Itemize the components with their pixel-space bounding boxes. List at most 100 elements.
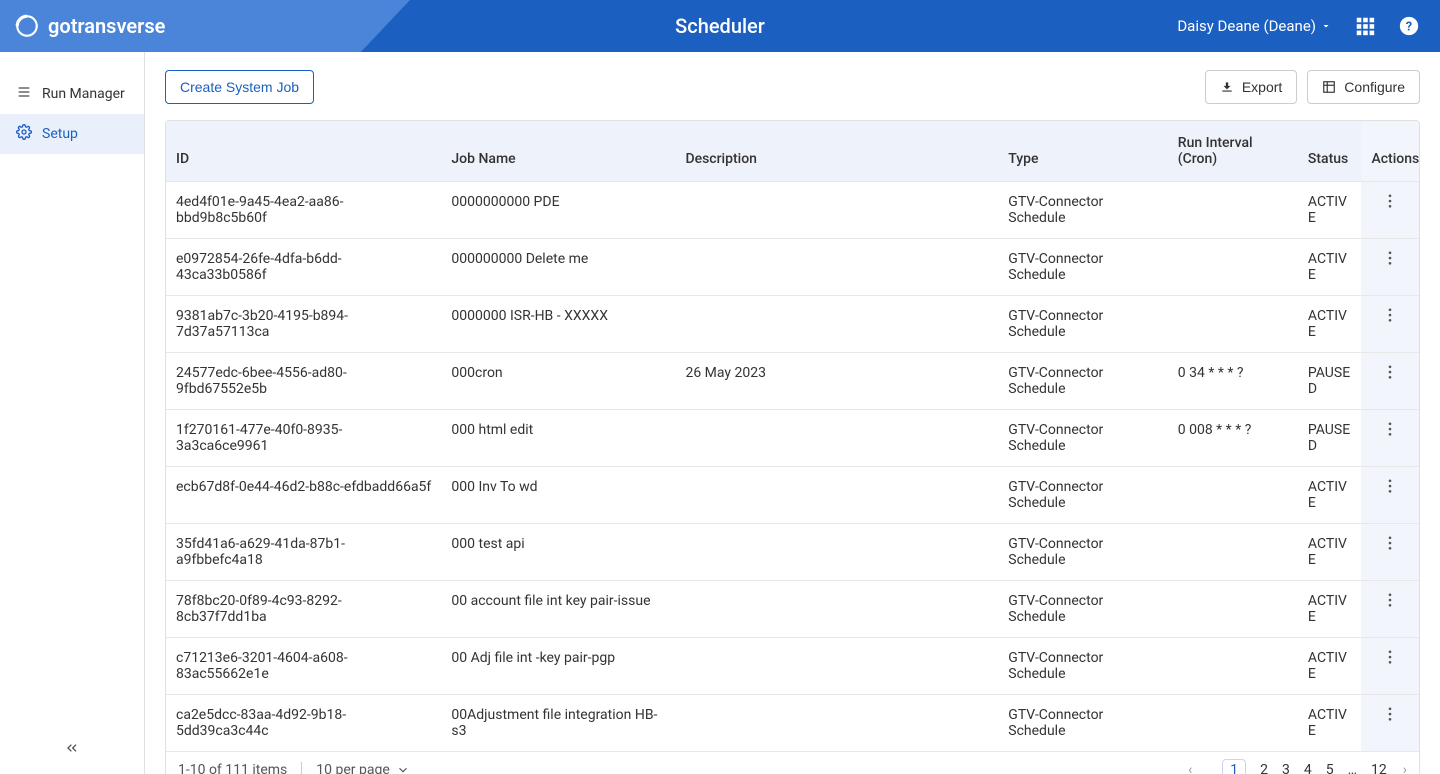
cell-id: ca2e5dcc-83aa-4d92-9b18-5dd39ca3c44c — [166, 695, 441, 752]
table-row: 35fd41a6-a629-41da-87b1-a9fbbefc4a18000 … — [166, 524, 1419, 581]
cell-id: 1f270161-477e-40f0-8935-3a3ca6ce9961 — [166, 410, 441, 467]
jobs-table: ID Job Name Description Type Run Interva… — [165, 120, 1420, 774]
sidebar-item-label: Run Manager — [42, 86, 125, 102]
kebab-icon — [1388, 422, 1392, 436]
cell-actions — [1361, 467, 1419, 524]
apps-icon[interactable] — [1354, 15, 1376, 37]
page-5[interactable]: 5 — [1326, 762, 1334, 774]
page-4[interactable]: 4 — [1304, 762, 1312, 774]
configure-button[interactable]: Configure — [1307, 70, 1420, 104]
row-actions-menu[interactable] — [1388, 538, 1392, 554]
topbar: gotransverse Scheduler Daisy Deane (Dean… — [0, 0, 1440, 52]
col-header-type[interactable]: Type — [998, 121, 1167, 182]
help-icon[interactable]: ? — [1398, 15, 1420, 37]
row-actions-menu[interactable] — [1388, 196, 1392, 212]
svg-text:?: ? — [1406, 20, 1412, 35]
cell-cron — [1168, 182, 1298, 239]
cell-cron — [1168, 695, 1298, 752]
cell-status: ACTIVE — [1298, 695, 1362, 752]
create-system-job-button[interactable]: Create System Job — [165, 70, 314, 104]
cell-description — [675, 695, 998, 752]
page-3[interactable]: 3 — [1282, 762, 1290, 774]
cell-id: e0972854-26fe-4dfa-b6dd-43ca33b0586f — [166, 239, 441, 296]
kebab-icon — [1388, 707, 1392, 721]
items-summary: 1-10 of 111 items — [178, 762, 287, 774]
cell-type: GTV-Connector Schedule — [998, 239, 1167, 296]
row-actions-menu[interactable] — [1388, 595, 1392, 611]
sidebar-item-run-manager[interactable]: Run Manager — [0, 74, 144, 114]
cell-job_name: 000 test api — [441, 524, 675, 581]
table-row: ca2e5dcc-83aa-4d92-9b18-5dd39ca3c44c00Ad… — [166, 695, 1419, 752]
export-label: Export — [1242, 79, 1282, 95]
row-actions-menu[interactable] — [1388, 709, 1392, 725]
cell-actions — [1361, 638, 1419, 695]
col-header-id[interactable]: ID — [166, 121, 441, 182]
col-header-cron[interactable]: Run Interval (Cron) — [1168, 121, 1298, 182]
page-1[interactable]: 1 — [1222, 759, 1246, 774]
col-header-description[interactable]: Description — [675, 121, 998, 182]
cell-cron — [1168, 467, 1298, 524]
cell-id: c71213e6-3201-4604-a608-83ac55662e1e — [166, 638, 441, 695]
cell-description: 26 May 2023 — [675, 353, 998, 410]
row-actions-menu[interactable] — [1388, 652, 1392, 668]
cell-description — [675, 524, 998, 581]
table-footer: 1-10 of 111 items 10 per page ‹ 12345…12… — [166, 751, 1419, 774]
cell-actions — [1361, 353, 1419, 410]
sidebar-collapse-button[interactable] — [64, 740, 80, 760]
list-icon — [16, 84, 32, 104]
per-page-label: 10 per page — [316, 762, 389, 774]
col-header-status[interactable]: Status — [1298, 121, 1362, 182]
sidebar-item-setup[interactable]: Setup — [0, 114, 144, 154]
cell-job_name: 00 Adj file int -key pair-pgp — [441, 638, 675, 695]
cell-actions — [1361, 524, 1419, 581]
cell-description — [675, 239, 998, 296]
kebab-icon — [1388, 308, 1392, 322]
table-row: 78f8bc20-0f89-4c93-8292-8cb37f7dd1ba00 a… — [166, 581, 1419, 638]
col-header-job-name[interactable]: Job Name — [441, 121, 675, 182]
cell-type: GTV-Connector Schedule — [998, 524, 1167, 581]
user-menu[interactable]: Daisy Deane (Deane) — [1177, 17, 1332, 35]
cell-description — [675, 638, 998, 695]
export-button[interactable]: Export — [1205, 70, 1297, 104]
cell-actions — [1361, 296, 1419, 353]
brand-logo[interactable]: gotransverse — [14, 13, 165, 39]
page-title: Scheduler — [675, 14, 765, 38]
gear-icon — [16, 124, 32, 144]
cell-actions — [1361, 410, 1419, 467]
cell-description — [675, 467, 998, 524]
row-actions-menu[interactable] — [1388, 481, 1392, 497]
cell-job_name: 000 html edit — [441, 410, 675, 467]
cell-type: GTV-Connector Schedule — [998, 353, 1167, 410]
kebab-icon — [1388, 650, 1392, 664]
page-prev[interactable]: ‹ — [1188, 762, 1192, 774]
cell-description — [675, 182, 998, 239]
cell-cron — [1168, 638, 1298, 695]
cell-id: 35fd41a6-a629-41da-87b1-a9fbbefc4a18 — [166, 524, 441, 581]
cell-status: PAUSED — [1298, 353, 1362, 410]
cell-status: ACTIVE — [1298, 296, 1362, 353]
configure-label: Configure — [1344, 79, 1405, 95]
cell-cron — [1168, 524, 1298, 581]
cell-id: 24577edc-6bee-4556-ad80-9fbd67552e5b — [166, 353, 441, 410]
row-actions-menu[interactable] — [1388, 367, 1392, 383]
cell-job_name: 00 account file int key pair-issue — [441, 581, 675, 638]
page-2[interactable]: 2 — [1260, 762, 1268, 774]
cell-description — [675, 296, 998, 353]
brand-text: gotransverse — [48, 14, 165, 38]
kebab-icon — [1388, 536, 1392, 550]
page-next[interactable]: › — [1403, 762, 1407, 774]
sidebar-item-label: Setup — [42, 126, 78, 142]
per-page-selector[interactable]: 10 per page — [316, 762, 409, 774]
table-row: 4ed4f01e-9a45-4ea2-aa86-bbd9b8c5b60f0000… — [166, 182, 1419, 239]
page-12[interactable]: 12 — [1371, 762, 1387, 774]
table-row: 1f270161-477e-40f0-8935-3a3ca6ce9961000 … — [166, 410, 1419, 467]
download-icon — [1220, 80, 1234, 94]
cell-description — [675, 410, 998, 467]
row-actions-menu[interactable] — [1388, 253, 1392, 269]
chevron-down-icon — [396, 763, 410, 774]
cell-status: ACTIVE — [1298, 581, 1362, 638]
row-actions-menu[interactable] — [1388, 424, 1392, 440]
cell-job_name: 0000000000 PDE — [441, 182, 675, 239]
row-actions-menu[interactable] — [1388, 310, 1392, 326]
cell-cron: 0 008 * * * ? — [1168, 410, 1298, 467]
